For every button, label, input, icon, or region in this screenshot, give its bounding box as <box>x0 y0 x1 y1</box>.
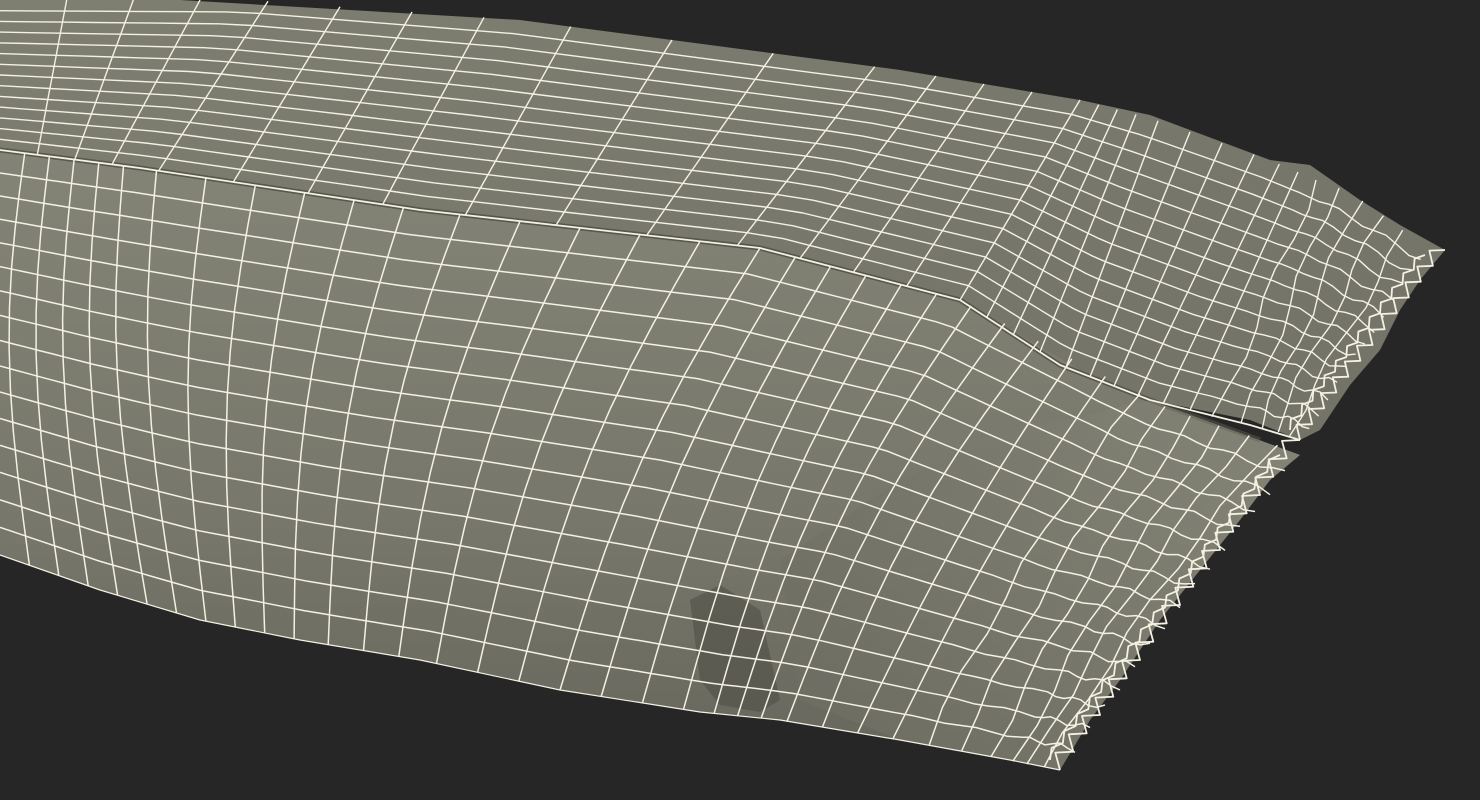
render-viewport <box>0 0 1480 800</box>
wireframe-render-canvas <box>0 0 1446 771</box>
